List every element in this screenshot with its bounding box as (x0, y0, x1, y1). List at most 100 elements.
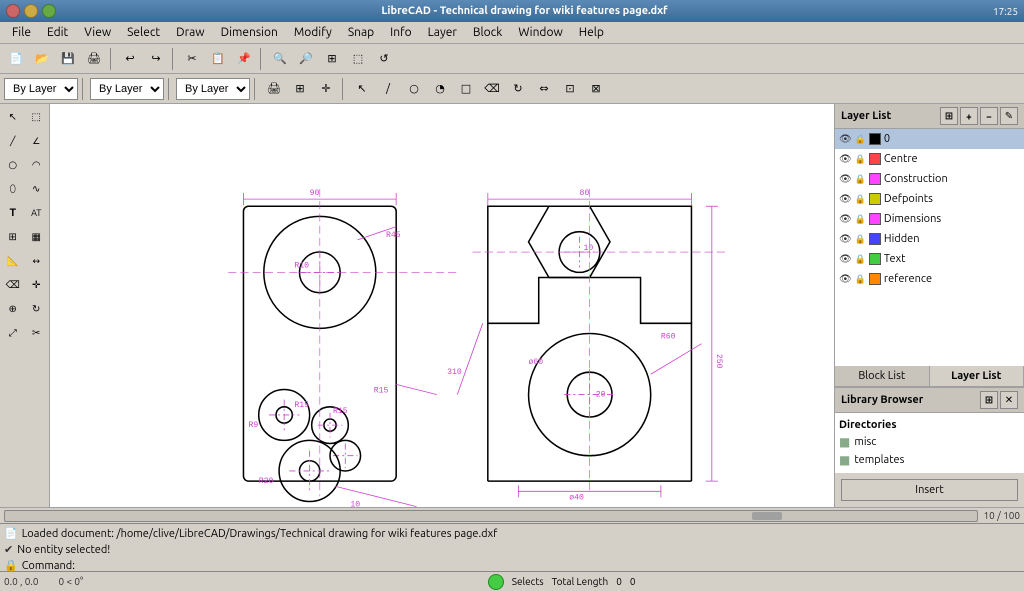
erase-button[interactable]: ⌫ (480, 77, 504, 101)
layer-lock-icon[interactable]: 🔒 (855, 174, 866, 185)
save-file-button[interactable]: 💾 (56, 47, 80, 71)
layer-row-dimensions[interactable]: 👁 🔒 Dimensions (835, 209, 1024, 229)
rotate-tool-button[interactable]: ↻ (26, 298, 48, 320)
horizontal-scrollbar[interactable] (4, 510, 978, 522)
window-controls[interactable] (6, 4, 56, 18)
move-tool-button[interactable]: ✛ (26, 274, 48, 296)
snap-endpoint-button[interactable]: ⊡ (558, 77, 582, 101)
copy-tool-button[interactable]: ⊕ (2, 298, 24, 320)
circle-tool-button[interactable]: ○ (2, 154, 24, 176)
print-preview-button[interactable]: 🖨 (262, 77, 286, 101)
layer-row-centre[interactable]: 👁 🔒 Centre (835, 149, 1024, 169)
menu-item-select[interactable]: Select (119, 24, 168, 41)
draw-rect-button[interactable]: □ (454, 77, 478, 101)
snap-grid-button[interactable]: ⊞ (288, 77, 312, 101)
arc-tool-button[interactable]: ◠ (26, 154, 48, 176)
select-pointer-button[interactable]: ↖ (350, 77, 374, 101)
menu-item-modify[interactable]: Modify (286, 24, 340, 41)
tab-block-list[interactable]: Block List (835, 366, 930, 386)
layer-lock-icon[interactable]: 🔒 (855, 214, 866, 225)
menu-item-layer[interactable]: Layer (420, 24, 465, 41)
cad-drawing[interactable]: 90 80 R10 R45 (50, 104, 834, 507)
new-file-button[interactable]: 📄 (4, 47, 28, 71)
zoom-window-button[interactable]: ⬚ (346, 47, 370, 71)
polyline-tool-button[interactable]: ∠ (26, 130, 48, 152)
maximize-button[interactable] (42, 4, 56, 18)
layer-lock-icon[interactable]: 🔒 (855, 254, 866, 265)
horizontal-scrollbar-area[interactable]: 10 / 100 (0, 507, 1024, 523)
layer-lock-icon[interactable]: 🔒 (855, 274, 866, 285)
erase-tool-button[interactable]: ⌫ (2, 274, 24, 296)
layer-visibility-icon[interactable]: 👁 (839, 173, 852, 185)
layer-row-construction[interactable]: 👁 🔒 Construction (835, 169, 1024, 189)
layer-lock-icon[interactable]: 🔒 (855, 234, 866, 245)
layer-visibility-icon[interactable]: 👁 (839, 193, 852, 205)
text-tool-button[interactable]: T (2, 202, 24, 224)
menu-item-edit[interactable]: Edit (39, 24, 76, 41)
layer-visibility-icon[interactable]: 👁 (839, 253, 852, 265)
hatch-button[interactable]: ▦ (26, 226, 48, 248)
menu-item-help[interactable]: Help (571, 24, 612, 41)
layer-row-reference[interactable]: 👁 🔒 reference (835, 269, 1024, 289)
zoom-out-button[interactable]: 🔎 (294, 47, 318, 71)
menu-item-info[interactable]: Info (382, 24, 420, 41)
layer-lock-icon[interactable]: 🔒 (855, 134, 866, 145)
spline-tool-button[interactable]: ∿ (26, 178, 48, 200)
draw-line-button[interactable]: / (376, 77, 400, 101)
layer-row-text[interactable]: 👁 🔒 Text (835, 249, 1024, 269)
layer-row-defpoints[interactable]: 👁 🔒 Defpoints (835, 189, 1024, 209)
redo-button[interactable]: ↪ (144, 47, 168, 71)
lib-icon-2[interactable]: ✕ (1000, 391, 1018, 409)
linetype-selector[interactable]: By Layer (90, 78, 164, 100)
refresh-button[interactable]: ↺ (372, 47, 396, 71)
menu-item-dimension[interactable]: Dimension (213, 24, 286, 41)
color-selector[interactable]: By Layer (4, 78, 78, 100)
scrollbar-thumb[interactable] (752, 512, 782, 520)
print-button[interactable]: 🖨 (82, 47, 106, 71)
select-tool-button[interactable]: ↖ (2, 106, 24, 128)
mtext-tool-button[interactable]: AT (26, 202, 48, 224)
layer-lock-icon[interactable]: 🔒 (855, 154, 866, 165)
layer-visibility-icon[interactable]: 👁 (839, 153, 852, 165)
rotate-button[interactable]: ↻ (506, 77, 530, 101)
layer-visibility-icon[interactable]: 👁 (839, 273, 852, 285)
layer-panel-icon-1[interactable]: ⊞ (940, 107, 958, 125)
lib-icon-1[interactable]: ⊞ (980, 391, 998, 409)
layer-visibility-icon[interactable]: 👁 (839, 213, 852, 225)
close-button[interactable] (6, 4, 20, 18)
menu-item-view[interactable]: View (76, 24, 119, 41)
mirror-button[interactable]: ⇔ (532, 77, 556, 101)
layer-panel-icons[interactable]: ⊞ + − ✎ (940, 107, 1018, 125)
layer-panel-icon-2[interactable]: + (960, 107, 978, 125)
cut-button[interactable]: ✂ (180, 47, 204, 71)
select-rect-button[interactable]: ⬚ (26, 106, 48, 128)
library-panel-icons[interactable]: ⊞ ✕ (980, 391, 1018, 409)
copy-button[interactable]: 📋 (206, 47, 230, 71)
insert-button[interactable]: Insert (841, 479, 1018, 501)
trim-tool-button[interactable]: ✂ (26, 322, 48, 344)
measure-button[interactable]: 📐 (2, 250, 24, 272)
menu-item-window[interactable]: Window (510, 24, 570, 41)
layer-lock-icon[interactable]: 🔒 (855, 194, 866, 205)
layer-row-hidden[interactable]: 👁 🔒 Hidden (835, 229, 1024, 249)
layer-visibility-icon[interactable]: 👁 (839, 233, 852, 245)
layer-panel-icon-3[interactable]: − (980, 107, 998, 125)
paste-button[interactable]: 📌 (232, 47, 256, 71)
menu-item-draw[interactable]: Draw (168, 24, 212, 41)
minimize-button[interactable] (24, 4, 38, 18)
line-tool-button[interactable]: ╱ (2, 130, 24, 152)
zoom-fit-button[interactable]: ⊞ (320, 47, 344, 71)
menu-item-file[interactable]: File (4, 24, 39, 41)
snap-button[interactable]: ✛ (314, 77, 338, 101)
panel-tabs[interactable]: Block List Layer List (835, 366, 1024, 387)
lib-item-misc[interactable]: ■ misc (839, 433, 1020, 451)
zoom-in-button[interactable]: 🔍 (268, 47, 292, 71)
tab-layer-list[interactable]: Layer List (930, 366, 1024, 386)
open-file-button[interactable]: 📂 (30, 47, 54, 71)
drawing-canvas-area[interactable]: 90 80 R10 R45 (50, 104, 834, 507)
ellipse-tool-button[interactable]: ⬯ (2, 178, 24, 200)
layer-panel-icon-4[interactable]: ✎ (1000, 107, 1018, 125)
lib-item-templates[interactable]: ■ templates (839, 451, 1020, 469)
draw-circle-button[interactable]: ○ (402, 77, 426, 101)
scale-tool-button[interactable]: ⤢ (2, 322, 24, 344)
